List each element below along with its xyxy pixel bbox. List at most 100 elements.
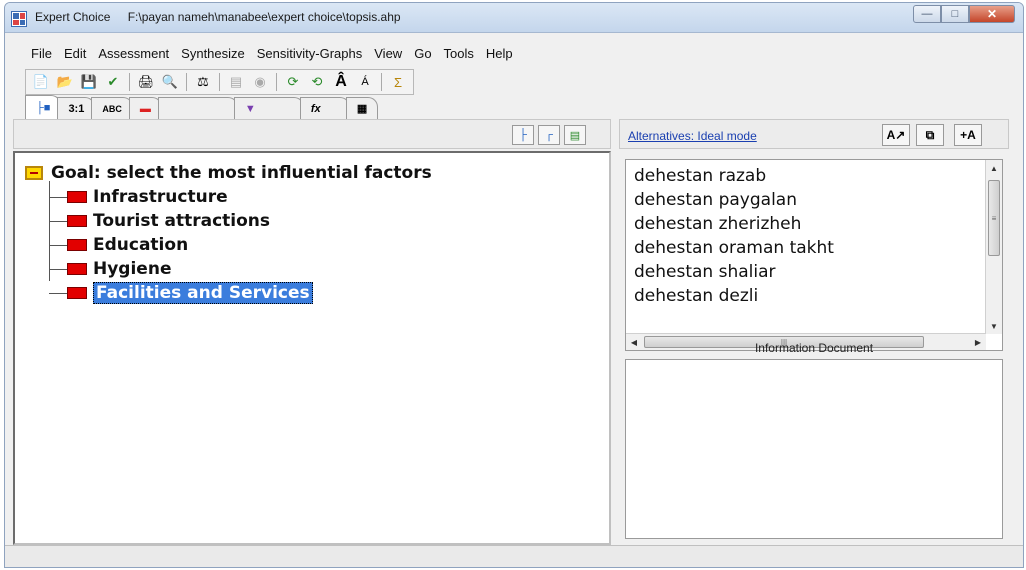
title-bar[interactable]: Expert Choice F:\payan nameh\manabee\exp…: [5, 3, 1023, 33]
alternative-item[interactable]: dehestan shaliar: [634, 260, 834, 284]
criterion-icon: [67, 287, 87, 299]
menu-assessment[interactable]: Assessment: [92, 44, 175, 63]
maximize-button[interactable]: □: [941, 5, 969, 23]
print-preview-icon[interactable]: 🔍: [159, 72, 181, 92]
tree-connector: [49, 197, 67, 198]
tab-grid[interactable]: ▦: [345, 97, 379, 119]
tree-connector: [49, 269, 67, 270]
scroll-down-icon[interactable]: ▼: [986, 318, 1002, 334]
hierarchy-icon[interactable]: ┌: [538, 125, 560, 145]
grid-icon: ▦: [356, 103, 368, 115]
sync-icon[interactable]: ⟲: [306, 72, 328, 92]
tree-node-education[interactable]: Education: [25, 233, 432, 257]
new-file-icon[interactable]: 📄: [30, 72, 52, 92]
tree-node-tourist-attractions[interactable]: Tourist attractions: [25, 209, 432, 233]
tab-pairwise[interactable]: 3:1: [57, 97, 96, 119]
view-tabs: ├■ 3:1 ABC ▬ ▼ fx ▦: [25, 95, 379, 119]
alternative-item[interactable]: dehestan razab: [634, 164, 834, 188]
tree-node-facilities-and-services[interactable]: Facilities and Services: [25, 281, 432, 305]
funnel-icon: ▼: [244, 102, 256, 115]
node-label: Tourist attractions: [93, 211, 271, 231]
hierarchy-tree: Goal: select the most influential factor…: [25, 161, 432, 305]
criterion-icon: [67, 215, 87, 227]
hierarchy-tree-area[interactable]: Goal: select the most influential factor…: [13, 151, 611, 545]
alternative-item[interactable]: dehestan oraman takht: [634, 236, 834, 260]
alternatives-items: dehestan razab dehestan paygalan dehesta…: [634, 164, 834, 308]
add-alternative-icon[interactable]: +A: [954, 124, 982, 146]
alternative-item[interactable]: dehestan paygalan: [634, 188, 834, 212]
print-icon[interactable]: 🖨: [135, 72, 157, 92]
tree-node-infrastructure[interactable]: Infrastructure: [25, 185, 432, 209]
node-label: Hygiene: [93, 259, 172, 279]
tab-blank[interactable]: [157, 97, 238, 119]
criterion-icon: [67, 239, 87, 251]
hierarchy-pane-header: ├ ┌ ▤: [13, 119, 611, 149]
tab-abc[interactable]: ABC: [91, 97, 133, 119]
font-increase-icon[interactable]: Â: [330, 72, 352, 92]
tree-connector: [49, 245, 67, 246]
expert-choice-app-icon: [11, 11, 27, 27]
scroll-up-icon[interactable]: ▲: [986, 160, 1002, 176]
information-document-area[interactable]: [625, 359, 1003, 539]
disabled-tool-icon[interactable]: ▤: [225, 72, 247, 92]
tab-label: 3:1: [68, 102, 85, 115]
menu-bar: File Edit Assessment Synthesize Sensitiv…: [25, 41, 519, 65]
tree-view-icon[interactable]: ├: [512, 125, 534, 145]
close-button[interactable]: ✕: [969, 5, 1015, 23]
node-label: Facilities and Services: [93, 282, 313, 304]
tree-connector: [49, 293, 67, 294]
open-folder-icon[interactable]: 📂: [54, 72, 76, 92]
menu-synthesize[interactable]: Synthesize: [175, 44, 251, 63]
toolbar-separator: [381, 73, 382, 91]
goal-label: Goal: select the most influential factor…: [51, 163, 432, 183]
vertical-scrollbar[interactable]: ▲ ≡ ▼: [985, 160, 1002, 334]
formula-icon: fx: [310, 102, 321, 115]
alternatives-mode-link[interactable]: Alternatives: Ideal mode: [628, 129, 757, 143]
toolbar-separator: [129, 73, 130, 91]
toolbar-separator: [276, 73, 277, 91]
alternatives-pane: Alternatives: Ideal mode A↗ ⧉ +A dehesta…: [619, 119, 1009, 545]
copy-alternatives-icon[interactable]: ⧉: [916, 124, 944, 146]
alternatives-list[interactable]: dehestan razab dehestan paygalan dehesta…: [625, 159, 1003, 351]
tree-icon: ├■: [36, 101, 51, 114]
font-decrease-icon[interactable]: Á: [354, 72, 376, 92]
window-controls: — □ ✕: [913, 5, 1015, 23]
chart-view-icon[interactable]: ▤: [564, 125, 586, 145]
menu-edit[interactable]: Edit: [58, 44, 92, 63]
app-window: Expert Choice F:\payan nameh\manabee\exp…: [4, 2, 1024, 568]
tab-tree-view[interactable]: ├■: [25, 95, 62, 119]
menu-file[interactable]: File: [25, 44, 58, 63]
toolbar: 📄 📂 💾 ✔ 🖨 🔍 ⚖ ▤ ◉ ⟳ ⟲ Â Á Σ: [25, 69, 414, 95]
menu-tools[interactable]: Tools: [438, 44, 480, 63]
criterion-icon: [67, 191, 87, 203]
app-name: Expert Choice: [35, 10, 111, 24]
minimize-button[interactable]: —: [913, 5, 941, 23]
tab-formula[interactable]: fx: [299, 97, 350, 119]
menu-sensitivity-graphs[interactable]: Sensitivity-Graphs: [251, 44, 368, 63]
toolbar-separator: [186, 73, 187, 91]
edit-alternative-icon[interactable]: A↗: [882, 124, 910, 146]
bar-icon: ▬: [139, 102, 151, 115]
formula-icon[interactable]: Σ: [387, 72, 409, 92]
tab-bar[interactable]: ▬: [128, 97, 162, 119]
tree-connector: [49, 221, 67, 222]
save-icon[interactable]: 💾: [78, 72, 100, 92]
disabled-globe-icon[interactable]: ◉: [249, 72, 271, 92]
goal-node[interactable]: Goal: select the most influential factor…: [25, 161, 432, 185]
menu-help[interactable]: Help: [480, 44, 519, 63]
goal-icon: [25, 166, 43, 180]
node-label: Infrastructure: [93, 187, 228, 207]
information-document-label: Information Document: [754, 341, 874, 355]
tab-funnel[interactable]: ▼: [233, 97, 304, 119]
window-title: Expert Choice F:\payan nameh\manabee\exp…: [35, 10, 401, 24]
menu-view[interactable]: View: [368, 44, 408, 63]
alternatives-pane-header: Alternatives: Ideal mode A↗ ⧉ +A: [619, 119, 1009, 149]
alternative-item[interactable]: dehestan zherizheh: [634, 212, 834, 236]
checkmark-icon[interactable]: ✔: [102, 72, 124, 92]
scrollbar-thumb[interactable]: ≡: [988, 180, 1000, 256]
balance-icon[interactable]: ⚖: [192, 72, 214, 92]
tree-node-hygiene[interactable]: Hygiene: [25, 257, 432, 281]
refresh-icon[interactable]: ⟳: [282, 72, 304, 92]
menu-go[interactable]: Go: [408, 44, 437, 63]
alternative-item[interactable]: dehestan dezli: [634, 284, 834, 308]
